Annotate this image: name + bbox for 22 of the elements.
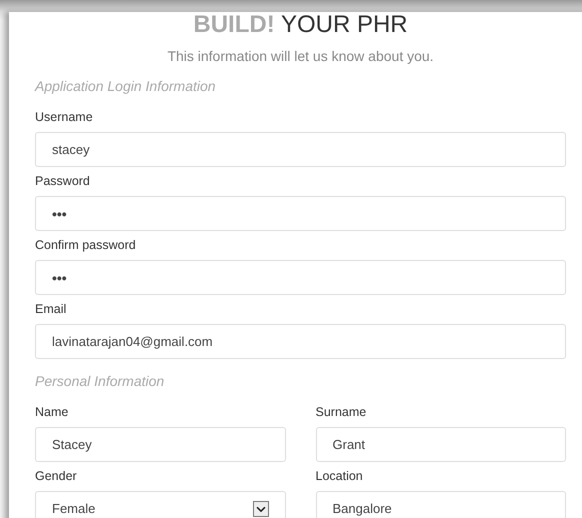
input-field[interactable]: Stacey bbox=[35, 427, 286, 462]
password-field[interactable]: ••• bbox=[35, 196, 566, 231]
page-title: YOUR PHR bbox=[280, 11, 408, 38]
input-field[interactable]: Bangalore bbox=[316, 491, 566, 518]
input-field[interactable]: stacey bbox=[35, 132, 566, 167]
field-label: Location bbox=[316, 468, 364, 485]
section-heading: Personal Information bbox=[35, 372, 166, 391]
field-label: Gender bbox=[35, 468, 78, 485]
dropdown-field[interactable]: Female bbox=[35, 491, 286, 518]
field-label: Surname bbox=[316, 404, 368, 421]
chevron-down-icon bbox=[252, 500, 268, 516]
input-field[interactable]: Grant bbox=[316, 427, 566, 462]
password-field[interactable]: ••• bbox=[35, 260, 566, 295]
subtitle: This information will let us know about you. bbox=[166, 47, 435, 66]
field-label: Password bbox=[35, 173, 91, 190]
field-label: Name bbox=[35, 404, 70, 421]
field-label: Username bbox=[35, 109, 94, 126]
section-heading: Application Login Information bbox=[35, 77, 217, 96]
title-emphasis: BUILD! bbox=[193, 11, 275, 38]
field-label: Confirm password bbox=[35, 237, 137, 254]
field-label: Email bbox=[35, 301, 68, 318]
input-field[interactable]: lavinatarajan04@gmail.com bbox=[35, 324, 566, 359]
